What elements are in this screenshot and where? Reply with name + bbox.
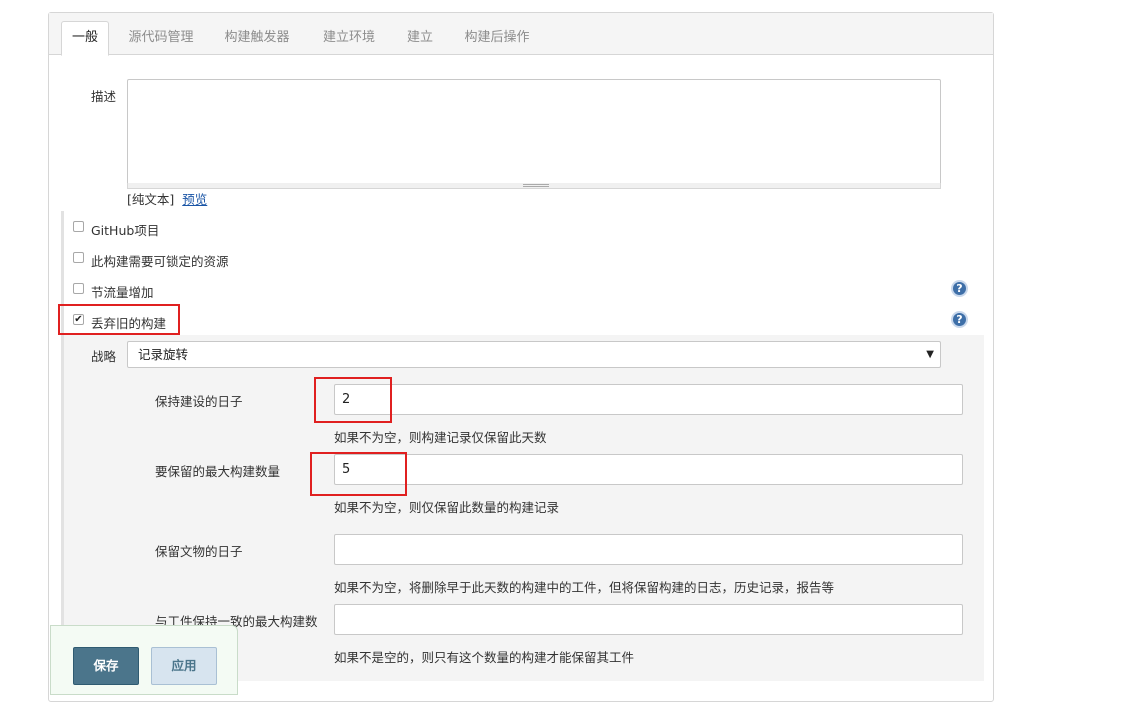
save-button[interactable]: 保存 — [73, 647, 139, 685]
help-icon[interactable]: ? — [951, 280, 968, 297]
days-to-keep-input[interactable]: 2 — [334, 384, 963, 415]
help-icon[interactable]: ? — [951, 311, 968, 328]
tab-general[interactable]: 一般 — [61, 21, 109, 56]
description-label: 描述 — [91, 89, 117, 104]
max-builds-hint: 如果不为空，则仅保留此数量的构建记录 — [334, 500, 560, 515]
artifact-max-builds-input[interactable] — [334, 604, 963, 635]
tab-source-code[interactable]: 源代码管理 — [121, 23, 201, 55]
apply-button[interactable]: 应用 — [151, 647, 217, 685]
days-to-keep-label: 保持建设的日子 — [155, 394, 243, 409]
highlight-days-box — [314, 377, 392, 423]
throttle-builds-checkbox[interactable] — [73, 283, 84, 294]
highlight-discard-box — [58, 304, 180, 335]
preview-link[interactable]: 预览 — [182, 192, 207, 207]
config-panel: 一般 源代码管理 构建触发器 建立环境 建立 构建后操作 描述 [纯文本] 预览… — [48, 12, 994, 702]
strategy-label: 战略 — [91, 349, 117, 364]
tab-post-build[interactable]: 构建后操作 — [457, 23, 537, 55]
textarea-resize-handle[interactable] — [127, 183, 941, 189]
throttle-builds-label: 节流量增加 — [91, 285, 154, 300]
github-project-label: GitHub项目 — [91, 223, 160, 238]
plain-text-tag: [纯文本] — [127, 192, 175, 207]
days-to-keep-hint: 如果不为空，则构建记录仅保留此天数 — [334, 430, 547, 445]
artifact-days-hint: 如果不为空，将删除早于此天数的构建中的工件，但将保留构建的日志，历史记录，报告等 — [334, 580, 835, 595]
highlight-max-builds-box — [310, 452, 407, 496]
strategy-select[interactable]: 记录旋转 ▼ — [127, 341, 941, 368]
max-builds-input[interactable]: 5 — [334, 454, 963, 485]
strategy-selected-value: 记录旋转 — [138, 347, 189, 362]
artifact-days-input[interactable] — [334, 534, 963, 565]
max-builds-label: 要保留的最大构建数量 — [155, 464, 281, 479]
plain-text-label: [纯文本] 预览 — [127, 189, 207, 208]
description-textarea[interactable] — [127, 79, 941, 185]
form-footer: 保存 应用 — [50, 625, 238, 695]
lockable-resources-checkbox[interactable] — [73, 252, 84, 263]
grip-icon — [523, 184, 549, 187]
dropdown-arrow-icon: ▼ — [926, 349, 934, 360]
github-project-checkbox[interactable] — [73, 221, 84, 232]
artifact-max-builds-hint: 如果不是空的，则只有这个数量的构建才能保留其工件 — [334, 650, 635, 665]
lockable-resources-label: 此构建需要可锁定的资源 — [91, 254, 229, 269]
tab-build-environment[interactable]: 建立环境 — [315, 23, 383, 55]
tab-build-triggers[interactable]: 构建触发器 — [217, 23, 297, 55]
tab-build[interactable]: 建立 — [399, 23, 441, 55]
tab-bar: 一般 源代码管理 构建触发器 建立环境 建立 构建后操作 — [49, 13, 993, 56]
artifact-days-label: 保留文物的日子 — [155, 544, 243, 559]
